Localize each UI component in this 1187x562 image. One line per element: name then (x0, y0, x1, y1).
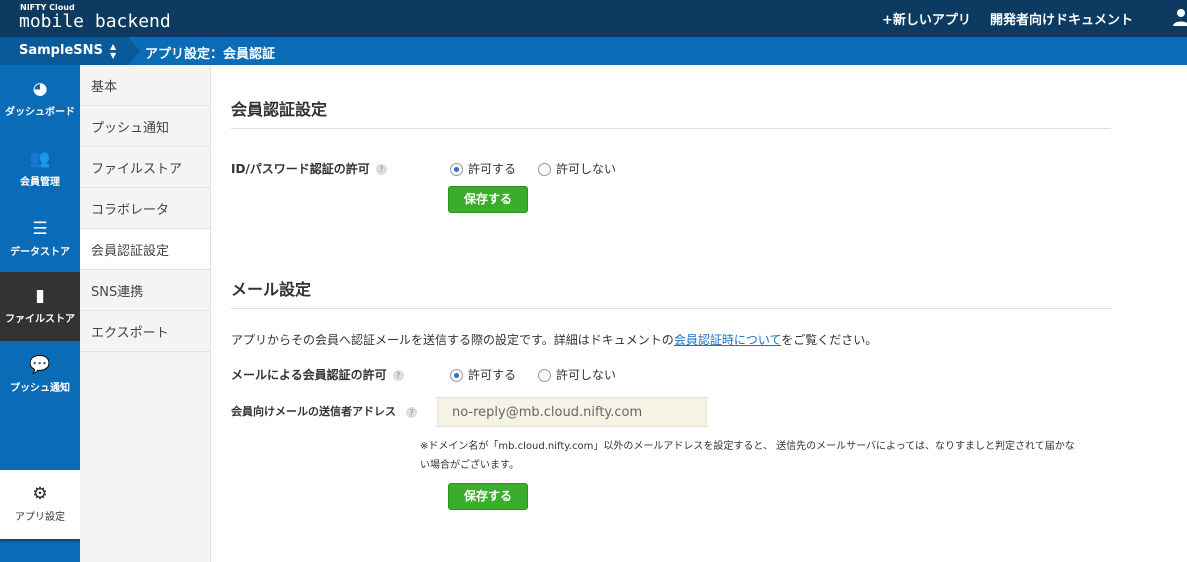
app-selector[interactable]: SampleSNS ▲ ▼ (0, 37, 140, 65)
users-icon: 👥 (29, 149, 51, 169)
desc-text: をご覧ください。 (781, 333, 878, 347)
sidebar-label: データストア (10, 247, 70, 258)
radio-label: 許可しない (556, 368, 617, 382)
developer-docs-link[interactable]: 開発者向けドキュメント (990, 9, 1133, 28)
user-icon[interactable] (1173, 8, 1187, 26)
breadcrumb: SampleSNS ▲ ▼ アプリ設定：会員認証 (0, 37, 1187, 65)
submenu-push[interactable]: プッシュ通知 (80, 106, 210, 147)
sidebar-item-datastore[interactable]: ☰ データストア (0, 205, 80, 273)
sidebar-label: 会員管理 (20, 177, 60, 188)
chat-bubble-icon: 💬 (29, 355, 51, 375)
label-text: メールによる会員認証の許可 (231, 368, 387, 382)
new-app-link[interactable]: +新しいアプリ (882, 9, 971, 28)
radio-label: 許可しない (556, 162, 617, 176)
sender-address-label: 会員向けメールの送信者アドレス? (231, 403, 417, 419)
divider (231, 308, 1111, 309)
logo[interactable]: mobile backend (19, 11, 171, 32)
sidebar-label: ファイルストア (5, 314, 75, 325)
help-icon[interactable]: ? (375, 164, 387, 175)
id-password-label: ID/パスワード認証の許可? (231, 160, 387, 177)
auth-doc-link[interactable]: 会員認証時について (674, 333, 781, 347)
section-title-auth: 会員認証設定 (231, 100, 328, 119)
submenu-auth[interactable]: 会員認証設定 (80, 229, 210, 270)
sidebar-item-push[interactable]: 💬 プッシュ通知 (0, 341, 80, 409)
top-bar: NIFTY Cloud mobile backend +新しいアプリ 開発者向け… (0, 0, 1187, 37)
page-breadcrumb: アプリ設定：会員認証 (145, 47, 276, 62)
desc-text: アプリからその会員へ認証メールを送信する際の設定です。詳細はドキュメントの (231, 333, 674, 347)
submenu-basic[interactable]: 基本 (80, 65, 210, 106)
sidebar-label: アプリ設定 (15, 512, 65, 523)
submenu-sns[interactable]: SNS連携 (80, 270, 210, 311)
sidebar-item-dashboard[interactable]: ◕ ダッシュボード (0, 65, 80, 133)
dashboard-icon: ◕ (32, 79, 48, 99)
submenu-export[interactable]: エクスポート (80, 311, 210, 352)
app-name: SampleSNS (19, 43, 103, 58)
sidebar-item-app-settings[interactable]: ⚙ アプリ設定 (0, 470, 80, 539)
radio-label: 許可する (468, 162, 517, 176)
help-icon[interactable]: ? (406, 406, 417, 418)
id-auth-deny-radio[interactable]: 許可しない (538, 160, 616, 177)
sort-arrows-icon: ▲ ▼ (110, 42, 117, 60)
mail-auth-deny-radio[interactable]: 許可しない (538, 366, 616, 383)
radio-unchecked[interactable] (538, 369, 551, 382)
radio-unchecked[interactable] (538, 163, 551, 176)
sender-note: ※ドメイン名が「mb.cloud.nifty.com」以外のメールアドレスを設定… (420, 441, 1075, 471)
mail-description: アプリからその会員へ認証メールを送信する際の設定です。詳細はドキュメントの会員認… (231, 331, 877, 348)
sidebar-item-filestore[interactable]: ▮ ファイルストア (0, 272, 80, 341)
submenu-collaborator[interactable]: コラボレータ (80, 188, 210, 229)
save-button-mail[interactable]: 保存する (448, 483, 528, 510)
label-text: ID/パスワード認証の許可 (231, 162, 370, 176)
sender-address-input[interactable]: no-reply@mb.cloud.nifty.com (437, 397, 707, 427)
sidebar-label: プッシュ通知 (10, 383, 70, 394)
sidebar-item-users[interactable]: 👥 会員管理 (0, 135, 80, 203)
mail-auth-allow-radio[interactable]: 許可する (450, 366, 516, 383)
sidebar: ◕ ダッシュボード 👥 会員管理 ☰ データストア ▮ ファイルストア 💬 プッシュ通知 … (0, 65, 80, 562)
settings-submenu: 基本 プッシュ通知 ファイルストア コラボレータ 会員認証設定 SNS連携 エク… (80, 65, 211, 562)
radio-checked[interactable] (450, 163, 463, 176)
submenu-filestore[interactable]: ファイルストア (80, 147, 210, 188)
gears-icon: ⚙ (32, 484, 48, 504)
help-icon[interactable]: ? (392, 370, 404, 381)
radio-checked[interactable] (450, 369, 463, 382)
id-auth-allow-radio[interactable]: 許可する (450, 160, 516, 177)
radio-label: 許可する (468, 368, 517, 382)
save-button-auth[interactable]: 保存する (448, 186, 528, 213)
file-icon: ▮ (35, 286, 45, 306)
sidebar-label: ダッシュボード (5, 107, 75, 118)
mail-auth-label: メールによる会員認証の許可? (231, 366, 404, 383)
database-icon: ☰ (32, 219, 48, 239)
divider (231, 128, 1111, 129)
label-text: 会員向けメールの送信者アドレス (231, 405, 396, 418)
section-title-mail: メール設定 (231, 280, 312, 299)
